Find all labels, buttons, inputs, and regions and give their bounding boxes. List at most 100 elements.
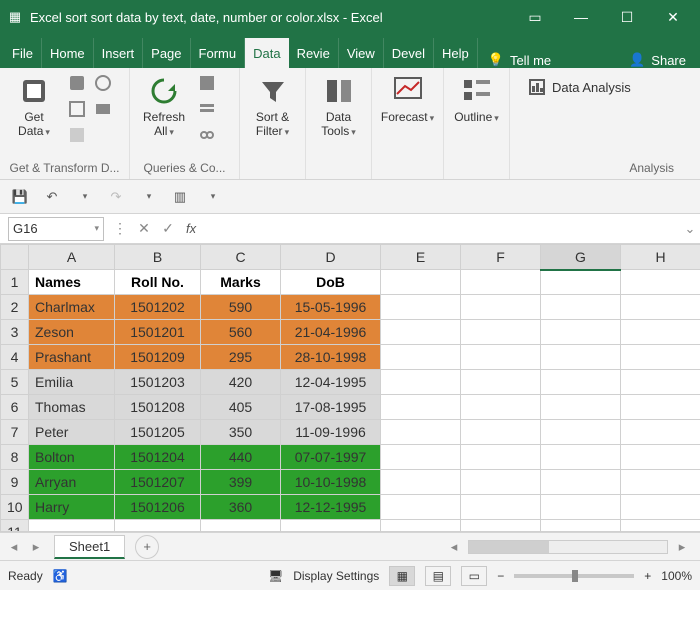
cell[interactable] bbox=[461, 320, 541, 345]
cell[interactable] bbox=[381, 295, 461, 320]
cell[interactable] bbox=[461, 295, 541, 320]
tab-developer[interactable]: Devel bbox=[384, 38, 434, 68]
cell[interactable]: 399 bbox=[201, 470, 281, 495]
enter-icon[interactable]: ✓ bbox=[156, 220, 180, 237]
hscroll-left-icon[interactable]: ◂ bbox=[444, 537, 464, 557]
cell[interactable]: 1501209 bbox=[115, 345, 201, 370]
ribbon-display-options[interactable]: ▭ bbox=[514, 3, 556, 31]
from-text-csv-icon[interactable] bbox=[66, 72, 88, 94]
table-row[interactable]: 3Zeson150120156021-04-1996 bbox=[1, 320, 700, 345]
col-H[interactable]: H bbox=[621, 245, 700, 270]
undo-dropdown[interactable] bbox=[72, 185, 96, 209]
tab-view[interactable]: View bbox=[339, 38, 384, 68]
cell[interactable] bbox=[381, 270, 461, 295]
queries-connections-icon[interactable] bbox=[196, 72, 218, 94]
cell[interactable] bbox=[381, 420, 461, 445]
page-break-view-icon[interactable]: ▭ bbox=[461, 566, 487, 586]
cell[interactable]: 17-08-1995 bbox=[281, 395, 381, 420]
cell[interactable]: 350 bbox=[201, 420, 281, 445]
outline-button[interactable]: Outline bbox=[450, 72, 503, 127]
table-row[interactable]: 4Prashant150120929528-10-1998 bbox=[1, 345, 700, 370]
col-C[interactable]: C bbox=[201, 245, 281, 270]
cell[interactable] bbox=[541, 520, 621, 533]
cell[interactable]: 420 bbox=[201, 370, 281, 395]
cell[interactable] bbox=[621, 395, 700, 420]
row-header[interactable]: 9 bbox=[1, 470, 29, 495]
cell[interactable]: Bolton bbox=[29, 445, 115, 470]
cell[interactable]: 560 bbox=[201, 320, 281, 345]
row-header[interactable]: 4 bbox=[1, 345, 29, 370]
cell[interactable] bbox=[461, 445, 541, 470]
cell[interactable]: 1501205 bbox=[115, 420, 201, 445]
col-F[interactable]: F bbox=[461, 245, 541, 270]
tab-help[interactable]: Help bbox=[434, 38, 478, 68]
sort-filter-button[interactable]: Sort & Filter bbox=[246, 72, 299, 141]
tab-page-layout[interactable]: Page bbox=[143, 38, 190, 68]
normal-view-icon[interactable]: ▦ bbox=[389, 566, 415, 586]
cell[interactable] bbox=[541, 420, 621, 445]
cell[interactable]: 1501203 bbox=[115, 370, 201, 395]
formula-more-icon[interactable]: ⋮ bbox=[108, 220, 132, 237]
zoom-slider[interactable] bbox=[514, 574, 634, 578]
tab-review[interactable]: Revie bbox=[289, 38, 339, 68]
cell[interactable]: Arryan bbox=[29, 470, 115, 495]
cell[interactable]: 15-05-1996 bbox=[281, 295, 381, 320]
cell[interactable]: 07-07-1997 bbox=[281, 445, 381, 470]
name-box[interactable]: G16 ▾ bbox=[8, 217, 104, 241]
save-icon[interactable]: 💾 bbox=[8, 185, 32, 209]
cell[interactable] bbox=[381, 395, 461, 420]
from-web-icon[interactable] bbox=[92, 72, 114, 94]
cell[interactable] bbox=[381, 470, 461, 495]
cell[interactable]: 12-04-1995 bbox=[281, 370, 381, 395]
tab-file[interactable]: File bbox=[4, 38, 42, 68]
cell[interactable] bbox=[281, 520, 381, 533]
cell[interactable] bbox=[541, 295, 621, 320]
table-row[interactable]: 7Peter150120535011-09-1996 bbox=[1, 420, 700, 445]
tab-home[interactable]: Home bbox=[42, 38, 94, 68]
display-settings[interactable]: Display Settings bbox=[293, 569, 379, 583]
table-row[interactable]: 10Harry150120636012-12-1995 bbox=[1, 495, 700, 520]
cell[interactable] bbox=[541, 445, 621, 470]
scroll-first-icon[interactable]: ◂ bbox=[4, 537, 24, 557]
cell[interactable] bbox=[461, 520, 541, 533]
cell[interactable]: Peter bbox=[29, 420, 115, 445]
tab-insert[interactable]: Insert bbox=[94, 38, 144, 68]
table-row[interactable]: 5Emilia150120342012-04-1995 bbox=[1, 370, 700, 395]
row-header[interactable]: 3 bbox=[1, 320, 29, 345]
cell[interactable] bbox=[621, 345, 700, 370]
cell[interactable] bbox=[115, 520, 201, 533]
from-table-icon[interactable] bbox=[66, 98, 88, 120]
refresh-all-button[interactable]: Refresh All bbox=[136, 72, 192, 141]
cell[interactable] bbox=[621, 470, 700, 495]
forecast-button[interactable]: Forecast bbox=[378, 72, 437, 127]
cell[interactable] bbox=[621, 420, 700, 445]
cell[interactable]: 360 bbox=[201, 495, 281, 520]
recent-sources-icon[interactable] bbox=[92, 98, 114, 120]
cell[interactable] bbox=[541, 345, 621, 370]
cell[interactable]: Marks bbox=[201, 270, 281, 295]
cell[interactable]: Emilia bbox=[29, 370, 115, 395]
redo-dropdown[interactable] bbox=[136, 185, 160, 209]
cell[interactable] bbox=[621, 270, 700, 295]
expand-formula-bar-icon[interactable]: ⌄ bbox=[680, 221, 700, 237]
cell[interactable]: 1501201 bbox=[115, 320, 201, 345]
share-button[interactable]: Share bbox=[651, 53, 686, 68]
minimize-button[interactable]: — bbox=[560, 3, 602, 31]
col-B[interactable]: B bbox=[115, 245, 201, 270]
cell[interactable] bbox=[461, 420, 541, 445]
table-row[interactable]: 8Bolton150120444007-07-1997 bbox=[1, 445, 700, 470]
close-button[interactable]: ✕ bbox=[652, 3, 694, 31]
row-header[interactable]: 11 bbox=[1, 520, 29, 533]
col-E[interactable]: E bbox=[381, 245, 461, 270]
cell[interactable] bbox=[381, 495, 461, 520]
zoom-level[interactable]: 100% bbox=[661, 569, 692, 583]
col-A[interactable]: A bbox=[29, 245, 115, 270]
cell[interactable]: DoB bbox=[281, 270, 381, 295]
cell[interactable]: 440 bbox=[201, 445, 281, 470]
cell[interactable] bbox=[381, 370, 461, 395]
cell[interactable]: Roll No. bbox=[115, 270, 201, 295]
zoom-in-icon[interactable]: + bbox=[644, 569, 651, 583]
cell[interactable]: 405 bbox=[201, 395, 281, 420]
cell[interactable] bbox=[461, 345, 541, 370]
cell[interactable]: Thomas bbox=[29, 395, 115, 420]
